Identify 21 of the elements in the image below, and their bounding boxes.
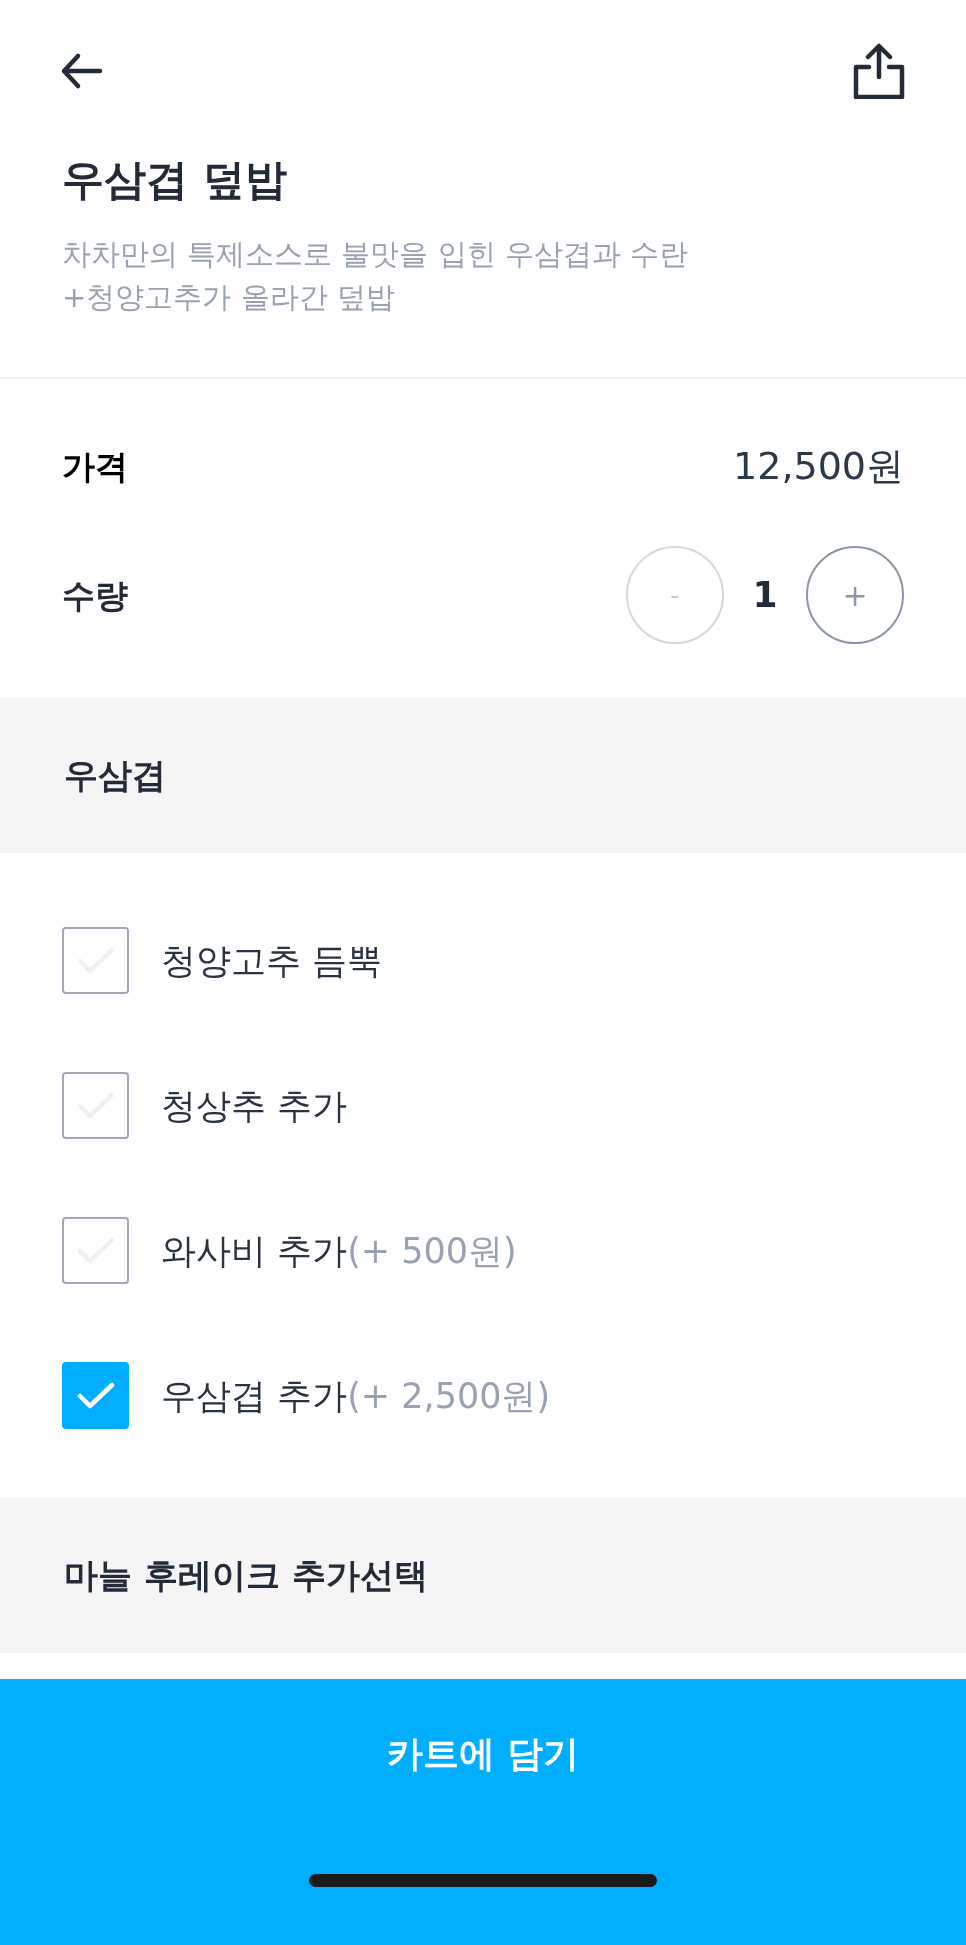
option-label: 와사비 추가(+ 500원)	[161, 1229, 517, 1273]
checkbox[interactable]	[62, 1362, 129, 1430]
checkbox[interactable]	[62, 1072, 129, 1140]
price-label: 가격	[62, 446, 128, 489]
share-icon[interactable]	[852, 43, 906, 99]
option-label: 우삼겹 추가(+ 2,500원)	[161, 1374, 551, 1418]
option-label: 청양고추 듬뿍	[161, 939, 383, 983]
checkbox[interactable]	[62, 1217, 129, 1285]
menu-description: +청양고추가 올라간 덮밥	[62, 279, 396, 317]
menu-title: 우삼겹 덮밥	[62, 155, 288, 206]
section-title: 우삼겹	[64, 754, 166, 798]
checkbox[interactable]	[62, 927, 129, 995]
check-icon	[76, 1381, 115, 1410]
back-icon[interactable]	[60, 51, 104, 91]
option-label: 청상추 추가	[161, 1084, 348, 1128]
quantity-label: 수량	[62, 574, 128, 617]
increase-button[interactable]: +	[806, 546, 904, 645]
quantity-value: 1	[752, 573, 778, 618]
section-title: 마늘 후레이크 추가선택	[64, 1554, 428, 1598]
menu-description: 차차만의 특제소스로 불맛을 입힌 우삼겹과 수란	[62, 236, 690, 274]
price-value: 12,500원	[733, 443, 904, 491]
